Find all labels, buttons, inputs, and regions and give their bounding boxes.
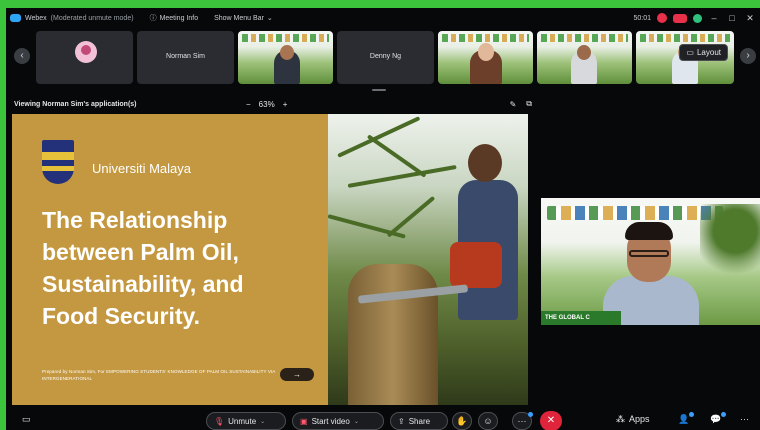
annotate-icon[interactable]: ✎ — [510, 100, 517, 109]
video-banner — [640, 34, 730, 42]
participant-tile[interactable]: Denny Ng — [337, 31, 434, 84]
participants-icon[interactable]: 👤 — [678, 414, 689, 425]
avatar — [75, 41, 97, 63]
participant-filmstrip: ‹ Norman Sim Denny Ng ▭ Layout › — [6, 30, 760, 88]
active-speaker-video[interactable]: THE GLOBAL C — [541, 198, 760, 325]
slide-title: The Relationship between Palm Oil, Susta… — [42, 204, 322, 332]
viewing-label: Viewing Norman Sim's application(s) — [14, 100, 137, 108]
unmute-button[interactable]: 🎙 Unmute ⌄ — [206, 412, 286, 430]
app-name: Webex — [25, 14, 47, 22]
popout-icon[interactable]: ⧉ — [526, 99, 532, 109]
connection-status-icon — [693, 13, 702, 23]
maximize-button[interactable]: □ — [726, 13, 738, 23]
sponsor-logos — [547, 206, 723, 220]
participant-video-tile[interactable] — [438, 31, 533, 84]
participant-name: Norman Sim — [166, 53, 205, 60]
unmute-label: Unmute — [228, 416, 257, 426]
video-banner — [442, 34, 529, 42]
zoom-in-button[interactable]: + — [283, 100, 288, 109]
share-icon: ⇪ — [398, 416, 405, 426]
show-menu-bar-label: Show Menu Bar — [214, 14, 264, 22]
chevron-down-icon: ⌄ — [353, 418, 359, 425]
meeting-mode: (Moderated unmute mode) — [50, 14, 134, 22]
notification-dot — [721, 412, 726, 417]
filmstrip-prev-button[interactable]: ‹ — [14, 48, 30, 64]
share-button[interactable]: ⇪ Share — [390, 412, 448, 430]
apps-label: Apps — [629, 414, 650, 424]
participant-video-tile[interactable]: ▭ Layout — [636, 31, 734, 84]
live-indicator-icon — [673, 13, 687, 23]
close-window-button[interactable]: ✕ — [744, 13, 756, 24]
slide-title-line: between Palm Oil, — [42, 239, 239, 265]
slide-text-panel: Universiti Malaya The Relationship betwe… — [12, 114, 328, 405]
participant-head — [280, 45, 294, 60]
share-tools: ✎ ⧉ — [510, 96, 532, 112]
captions-icon[interactable]: ▭ — [22, 414, 31, 425]
minimize-button[interactable]: – — [708, 13, 720, 23]
prepared-by-note: Prepared by Norman Sim, For EMPOWERING S… — [42, 369, 276, 381]
notification-dot — [689, 412, 694, 417]
resize-handle[interactable] — [372, 89, 386, 91]
filmstrip-next-button[interactable]: › — [740, 48, 756, 64]
video-banner — [242, 34, 329, 42]
palm-background — [700, 204, 760, 294]
zoom-out-button[interactable]: − — [246, 100, 251, 109]
share-info-bar: Viewing Norman Sim's application(s) − 63… — [6, 96, 536, 112]
participant-tile[interactable]: Norman Sim — [137, 31, 234, 84]
university-crest-icon — [42, 140, 74, 184]
start-video-button[interactable]: ▣ Start video ⌄ — [292, 412, 384, 430]
end-call-button[interactable]: ✕ — [540, 411, 562, 430]
layout-icon: ▭ — [686, 48, 694, 57]
apps-icon: ⁂ — [616, 414, 625, 424]
chevron-down-icon: ⌄ — [266, 15, 273, 22]
video-off-icon: ▣ — [300, 416, 308, 426]
chat-icon[interactable]: 💬 — [710, 414, 721, 425]
slide-title-line: Food Security. — [42, 303, 201, 329]
title-bar: Webex (Moderated unmute mode) ⓘ Meeting … — [6, 8, 760, 28]
participant-tile[interactable] — [36, 31, 133, 84]
raise-hand-button[interactable]: ✋ — [452, 412, 472, 430]
participant-video-tile[interactable] — [238, 31, 333, 84]
apps-button[interactable]: ⁂ Apps — [616, 414, 650, 425]
notification-dot — [528, 412, 533, 417]
video-banner — [541, 34, 628, 42]
slide-title-line: The Relationship — [42, 207, 228, 233]
speaker-glasses — [629, 250, 669, 257]
chevron-down-icon: ⌄ — [260, 418, 266, 425]
reactions-button[interactable]: ☺ — [478, 412, 498, 430]
start-video-label: Start video — [311, 416, 350, 426]
meeting-info-label: Meeting Info — [159, 14, 199, 22]
recording-icon — [657, 13, 667, 23]
palm-harvest-photo — [327, 114, 528, 405]
participant-video-tile[interactable] — [537, 31, 632, 84]
speaker-hair — [625, 222, 673, 240]
layout-button[interactable]: ▭ Layout — [679, 44, 728, 61]
meeting-timer: 50:01 — [633, 14, 651, 22]
university-name: Universiti Malaya — [92, 161, 191, 176]
next-slide-button[interactable]: → — [280, 368, 314, 381]
info-icon: ⓘ — [149, 15, 157, 22]
more-panels-button[interactable]: ··· — [740, 414, 749, 424]
muted-mic-icon: 🎙 — [214, 416, 225, 426]
harvest-machine — [450, 242, 502, 288]
zoom-level: 63% — [258, 99, 275, 109]
participant-head — [577, 45, 591, 60]
webex-meeting-window: Webex (Moderated unmute mode) ⓘ Meeting … — [6, 8, 760, 430]
slide-title-line: Sustainability, and — [42, 271, 244, 297]
zoom-controls: − 63% + — [246, 96, 287, 112]
palm-trunk — [348, 264, 438, 405]
meeting-info-button[interactable]: ⓘ Meeting Info — [150, 13, 199, 23]
shared-content: Universiti Malaya The Relationship betwe… — [12, 114, 528, 405]
layout-label: Layout — [696, 48, 721, 57]
share-label: Share — [408, 416, 431, 426]
background-footer-text: THE GLOBAL C — [541, 311, 621, 325]
meeting-controls: ▭ 🎙 Unmute ⌄ ▣ Start video ⌄ ⇪ Share ✋ ☺… — [6, 410, 760, 430]
participant-name: Denny Ng — [369, 53, 402, 60]
webex-logo-icon — [10, 14, 21, 22]
show-menu-bar-button[interactable]: Show Menu Bar ⌄ — [214, 14, 273, 23]
participant-head — [478, 43, 494, 61]
